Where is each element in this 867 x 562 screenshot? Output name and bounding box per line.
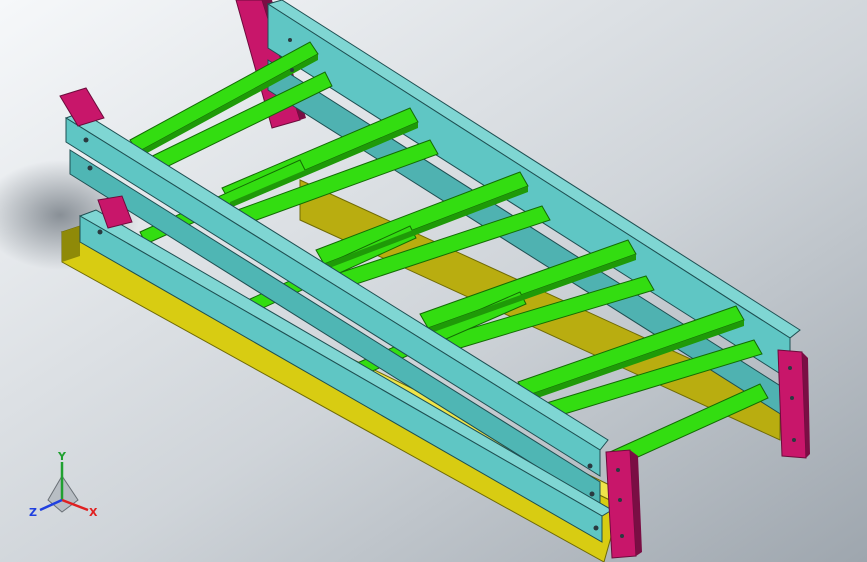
base-beam-end (62, 226, 80, 262)
cad-viewport[interactable]: Y X Z (0, 0, 867, 562)
triad-z-label: Z (29, 506, 37, 519)
leg-rear-right (777, 349, 807, 459)
triad-y-label: Y (57, 450, 67, 463)
triad-x-label: X (89, 506, 98, 519)
